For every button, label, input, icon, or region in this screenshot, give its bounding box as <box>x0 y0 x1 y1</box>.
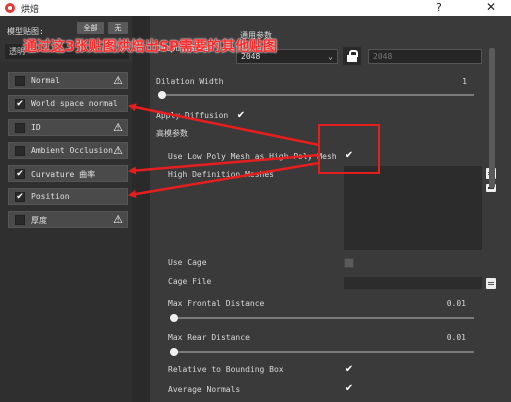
chevron-down-icon: ⌄ <box>328 52 333 61</box>
map-label: Ambient Occlusion <box>31 146 113 155</box>
use-low-poly-label: Use Low Poly Mesh as High Poly Mesh <box>168 152 337 161</box>
use-cage-label: Use Cage <box>168 258 207 267</box>
hd-meshes-list[interactable] <box>344 166 482 250</box>
max-frontal-slider-handle[interactable] <box>170 314 178 322</box>
relative-bbox-checkbox[interactable]: ✔ <box>344 365 354 375</box>
max-frontal-slider-track[interactable] <box>170 317 474 319</box>
max-rear-slider-track[interactable] <box>170 351 474 353</box>
right-scrollbar[interactable] <box>489 48 495 188</box>
cage-file-label: Cage File <box>168 277 212 286</box>
lock-icon[interactable] <box>343 47 361 65</box>
map-checkbox[interactable] <box>15 76 25 86</box>
map-label: ID <box>31 123 41 132</box>
dilation-slider-handle[interactable] <box>158 91 166 99</box>
dilation-slider-track[interactable] <box>158 94 474 96</box>
map-item-thickness[interactable]: 厚度 ⚠ <box>8 211 128 228</box>
map-checkbox[interactable]: ✔ <box>15 192 25 202</box>
warning-icon: ⚠ <box>113 213 123 226</box>
average-normals-label: Average Normals <box>168 385 241 394</box>
use-low-poly-checkbox[interactable]: ✔ <box>344 151 354 161</box>
warning-icon: ⚠ <box>113 74 123 87</box>
map-item-id[interactable]: ID ⚠ <box>8 119 128 136</box>
max-frontal-distance-label: Max Frontal Distance <box>168 299 265 308</box>
map-label: World space normal <box>31 99 118 108</box>
apply-diffusion-label: Apply Diffusion <box>156 111 229 120</box>
texture-maps-panel: 模型贴图: 全部 无 透明 Normal ⚠ ✔ World space nor… <box>0 16 132 402</box>
map-item-ambient-occlusion[interactable]: Ambient Occlusion ⚠ <box>8 142 128 159</box>
warning-icon: ⚠ <box>113 144 123 157</box>
cage-file-field[interactable] <box>344 277 482 289</box>
dilation-width-label: Dilation Width <box>156 77 224 86</box>
high-poly-section-heading: 高模参数 <box>156 129 188 138</box>
dilation-width-value[interactable]: 1 <box>440 77 467 86</box>
window-title: 烘焙 <box>21 5 40 15</box>
browse-file-icon[interactable] <box>486 278 496 289</box>
map-checkbox[interactable]: ✔ <box>15 169 25 179</box>
map-item-normal[interactable]: Normal ⚠ <box>8 72 128 89</box>
map-item-curvature[interactable]: ✔ Curvature 曲率 <box>8 165 128 182</box>
select-all-button[interactable]: 全部 <box>77 22 104 34</box>
map-label: 厚度 <box>31 216 47 225</box>
warning-icon: ⚠ <box>113 121 123 134</box>
average-normals-checkbox[interactable]: ✔ <box>344 384 354 394</box>
map-label: Position <box>31 192 70 201</box>
output-size-locked-value: 2048 <box>373 52 393 61</box>
max-rear-slider-handle[interactable] <box>170 348 178 356</box>
panel-divider[interactable] <box>132 16 150 402</box>
close-icon[interactable]: ✕ <box>486 0 496 14</box>
hd-meshes-label: High Definition Meshes <box>168 170 274 179</box>
map-checkbox[interactable] <box>15 215 25 225</box>
map-item-position[interactable]: ✔ Position <box>8 188 128 205</box>
max-frontal-distance-value[interactable]: 0.01 <box>430 299 466 308</box>
use-cage-checkbox[interactable] <box>344 258 354 268</box>
map-checkbox[interactable] <box>15 146 25 156</box>
map-label: Curvature 曲率 <box>31 170 96 179</box>
window-titlebar: 烘焙 ? ✕ <box>0 0 511 16</box>
map-label: Normal <box>31 76 60 85</box>
max-rear-distance-value[interactable]: 0.01 <box>430 333 466 342</box>
output-size-locked-field: 2048 <box>368 49 482 64</box>
select-none-button[interactable]: 无 <box>108 22 128 34</box>
map-checkbox[interactable]: ✔ <box>15 99 25 109</box>
apply-diffusion-checkbox[interactable]: ✔ <box>236 111 246 121</box>
map-item-world-space-normal[interactable]: ✔ World space normal <box>8 95 128 112</box>
max-rear-distance-label: Max Rear Distance <box>168 333 250 342</box>
map-checkbox[interactable] <box>15 123 25 133</box>
help-icon[interactable]: ? <box>436 1 442 14</box>
annotation-text: 通过这3张贴图烘焙出SP需要的其他贴图 <box>23 39 278 55</box>
app-logo-icon <box>5 3 15 13</box>
relative-bbox-label: Relative to Bounding Box <box>168 365 284 374</box>
